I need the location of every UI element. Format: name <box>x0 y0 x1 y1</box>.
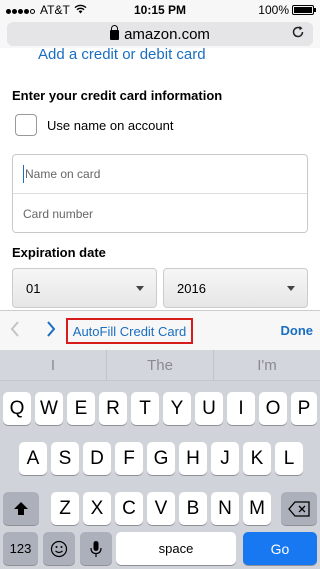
suggestion-item[interactable]: The <box>107 350 214 380</box>
card-number-field[interactable]: Card number <box>13 194 307 233</box>
key-b[interactable]: B <box>179 492 207 525</box>
key-z[interactable]: Z <box>51 492 79 525</box>
key-v[interactable]: V <box>147 492 175 525</box>
address-bar[interactable]: amazon.com <box>7 22 313 46</box>
go-key[interactable]: Go <box>243 532 317 565</box>
browser-toolbar: amazon.com <box>0 20 320 48</box>
suggestion-item[interactable]: I'm <box>214 350 320 380</box>
key-i[interactable]: I <box>227 392 255 425</box>
year-value: 2016 <box>177 280 206 296</box>
shift-icon <box>14 501 28 515</box>
key-k[interactable]: K <box>243 442 271 475</box>
emoji-key[interactable] <box>43 532 75 565</box>
checkbox-label[interactable]: Use name on account <box>47 118 173 133</box>
predictive-bar: I The I'm <box>0 350 320 381</box>
battery-percent: 100% <box>258 3 289 17</box>
numbers-key[interactable]: 123 <box>3 532 38 565</box>
key-o[interactable]: O <box>259 392 287 425</box>
month-select[interactable]: 01 <box>12 268 157 308</box>
name-on-card-field[interactable]: Name on card <box>13 155 307 194</box>
key-c[interactable]: C <box>115 492 143 525</box>
next-field-chevron-icon[interactable] <box>46 321 56 342</box>
name-on-card-placeholder: Name on card <box>25 167 101 181</box>
key-l[interactable]: L <box>275 442 303 475</box>
key-x[interactable]: X <box>83 492 111 525</box>
key-p[interactable]: P <box>291 392 317 425</box>
text-cursor <box>23 165 24 183</box>
key-d[interactable]: D <box>83 442 111 475</box>
add-card-link[interactable]: Add a credit or debit card <box>38 48 206 63</box>
dictation-key[interactable] <box>80 532 112 565</box>
dropdown-arrow-icon <box>136 286 144 291</box>
card-number-placeholder: Card number <box>23 206 94 221</box>
key-f[interactable]: F <box>115 442 143 475</box>
space-key[interactable]: space <box>116 532 236 565</box>
keyboard-accessory-bar: AutoFill Credit Card Done <box>0 310 320 350</box>
key-j[interactable]: J <box>211 442 239 475</box>
emoji-icon <box>50 540 68 557</box>
month-value: 01 <box>26 280 41 296</box>
key-u[interactable]: U <box>195 392 223 425</box>
key-t[interactable]: T <box>131 392 159 425</box>
key-w[interactable]: W <box>35 392 63 425</box>
previous-field-chevron-icon[interactable] <box>10 321 20 342</box>
key-s[interactable]: S <box>51 442 79 475</box>
url-domain: amazon.com <box>124 25 210 43</box>
section-title: Enter your credit card information <box>12 88 223 103</box>
key-y[interactable]: Y <box>163 392 191 425</box>
battery-status: 100% <box>258 3 316 17</box>
card-input-group: Name on card Card number <box>12 154 308 233</box>
key-n[interactable]: N <box>211 492 239 525</box>
key-q[interactable]: Q <box>3 392 31 425</box>
key-r[interactable]: R <box>99 392 127 425</box>
dropdown-arrow-icon <box>287 286 295 291</box>
key-g[interactable]: G <box>147 442 175 475</box>
backspace-icon <box>288 500 310 517</box>
lock-icon <box>110 25 120 40</box>
reload-icon[interactable] <box>291 25 305 43</box>
keyboard: I The I'm Q W E R T Y U I O P A S D F G … <box>0 350 320 569</box>
key-e[interactable]: E <box>67 392 95 425</box>
use-name-checkbox[interactable] <box>15 114 37 136</box>
suggestion-item[interactable]: I <box>0 350 107 380</box>
status-bar: AT&T 10:15 PM 100% <box>0 0 320 20</box>
key-h[interactable]: H <box>179 442 207 475</box>
checkout-page: Add a credit or debit card Enter your cr… <box>0 48 320 310</box>
microphone-icon <box>90 540 102 557</box>
delete-key[interactable] <box>281 492 317 525</box>
key-m[interactable]: M <box>243 492 271 525</box>
done-button[interactable]: Done <box>281 323 314 338</box>
key-a[interactable]: A <box>19 442 47 475</box>
year-select[interactable]: 2016 <box>163 268 308 308</box>
battery-icon <box>292 5 316 15</box>
autofill-credit-card-button[interactable]: AutoFill Credit Card <box>66 318 193 344</box>
expiration-label: Expiration date <box>12 245 106 260</box>
shift-key[interactable] <box>3 492 39 525</box>
